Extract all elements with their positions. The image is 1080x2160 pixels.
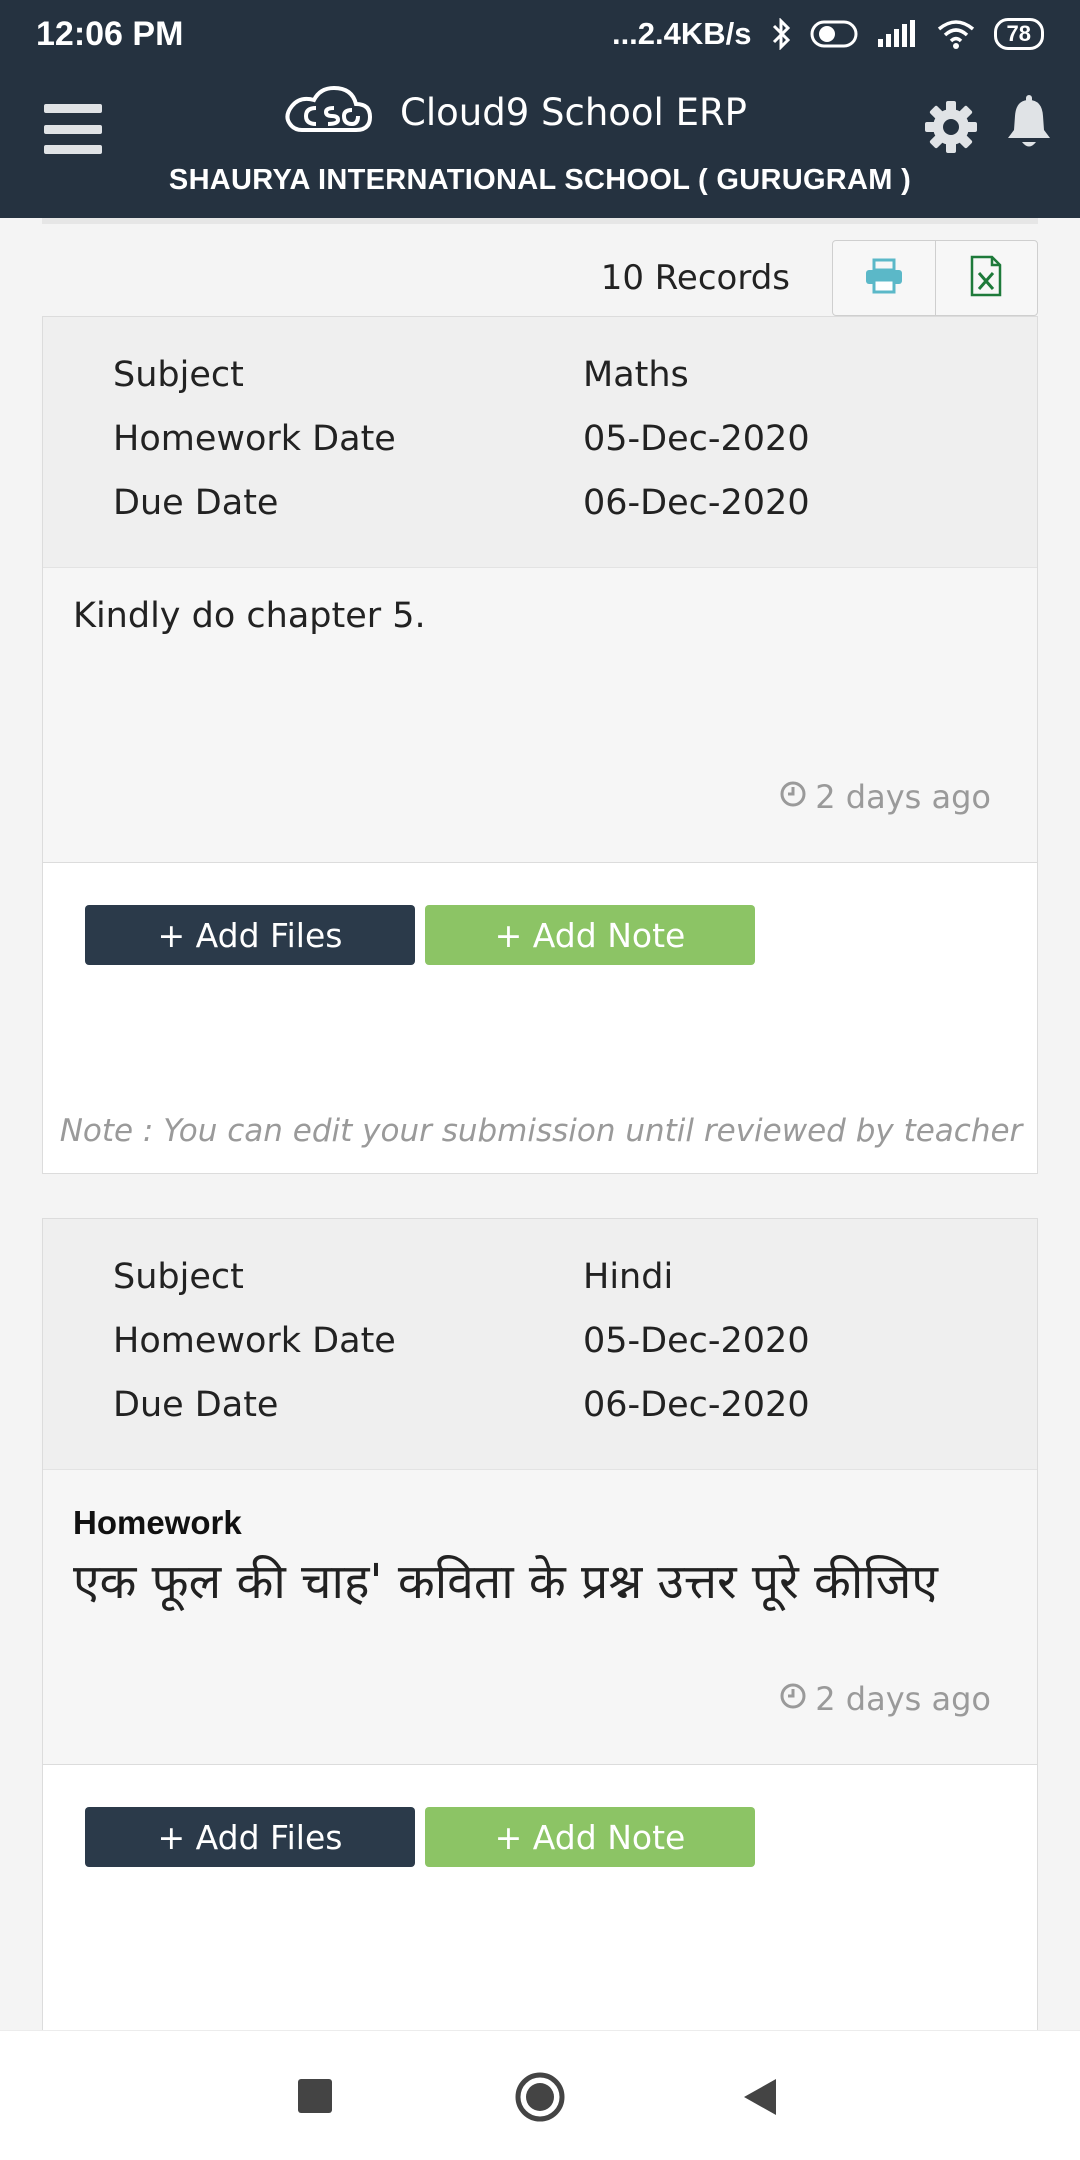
homework-details: Subject Maths Homework Date 05-Dec-2020 … [43,317,1037,567]
subject-value: Maths [583,355,689,395]
time-ago: 2 days ago [815,1680,991,1718]
submission-actions: + Add Files + Add Note Note : You can ed… [43,863,1037,1173]
homework-date-row: Homework Date 05-Dec-2020 [113,407,1037,471]
recents-button[interactable] [298,2079,332,2117]
homework-details: Subject Hindi Homework Date 05-Dec-2020 … [43,1219,1037,1469]
back-button[interactable] [742,2077,778,2121]
signal-icon [876,19,918,49]
subject-label: Subject [113,1257,244,1297]
clock-icon [779,1680,807,1718]
timestamp: 2 days ago [779,1680,991,1718]
export-button-group [832,240,1038,316]
print-icon [864,258,904,298]
due-date-label: Due Date [113,483,279,523]
brand: Cloud9 School ERP [280,82,747,142]
homework-heading: Homework [73,1504,242,1541]
gear-icon[interactable] [922,98,980,160]
timestamp: 2 days ago [779,778,991,816]
due-date-label: Due Date [113,1385,279,1425]
menu-icon[interactable] [44,104,102,154]
excel-file-icon [969,255,1003,301]
submission-actions: + Add Files + Add Note [43,1765,1037,2059]
bluetooth-icon [770,18,792,50]
status-time: 12:06 PM [36,14,184,53]
homework-card: Subject Hindi Homework Date 05-Dec-2020 … [42,1218,1038,2059]
homework-date-label: Homework Date [113,419,396,459]
edit-note: Note : You can edit your submission unti… [59,1113,1023,1149]
subject-row: Subject Hindi [113,1245,1037,1309]
homework-description: Kindly do chapter 5. 2 days ago [43,567,1037,863]
bell-icon[interactable] [1004,94,1054,156]
app-header: Cloud9 School ERP SHAURYA INTERNATIONAL [0,68,1080,218]
add-files-button[interactable]: + Add Files [85,1807,415,1867]
homework-date-value: 05-Dec-2020 [583,1321,810,1361]
homework-date-row: Homework Date 05-Dec-2020 [113,1309,1037,1373]
list-top-divider [42,218,1038,224]
homework-card: Subject Maths Homework Date 05-Dec-2020 … [42,316,1038,1174]
due-date-value: 06-Dec-2020 [583,1385,810,1425]
records-count: 10 Records [600,258,790,298]
wifi-icon [936,19,976,49]
homework-date-label: Homework Date [113,1321,396,1361]
home-button[interactable] [514,2071,566,2127]
battery-icon: 78 [993,18,1044,50]
due-date-row: Due Date 06-Dec-2020 [113,471,1037,535]
due-date-row: Due Date 06-Dec-2020 [113,1373,1037,1437]
system-nav-bar [0,2030,1080,2160]
add-files-button[interactable]: + Add Files [85,905,415,965]
add-note-button[interactable]: + Add Note [425,1807,755,1867]
cloud-logo-icon [280,82,374,142]
status-indicators: ...2.4KB/s 78 [612,16,1044,52]
time-ago: 2 days ago [815,778,991,816]
app-title: Cloud9 School ERP [400,90,747,134]
status-bar: 12:06 PM ...2.4KB/s 78 [0,0,1080,68]
school-name: SHAURYA INTERNATIONAL SCHOOL ( GURUGRAM … [168,164,912,196]
network-speed: ...2.4KB/s [611,16,752,51]
records-toolbar: 10 Records [0,240,1080,316]
subject-label: Subject [113,355,244,395]
excel-export-button[interactable] [934,241,1038,315]
add-note-button[interactable]: + Add Note [425,905,755,965]
subject-row: Subject Maths [113,343,1037,407]
homework-text: एक फूल की चाह' कविता के प्रश्न उत्तर पूर… [73,1554,938,1610]
homework-description: Homework एक फूल की चाह' कविता के प्रश्न … [43,1469,1037,1765]
toggle-icon [810,19,858,49]
print-button[interactable] [833,241,935,315]
due-date-value: 06-Dec-2020 [583,483,810,523]
homework-text: Kindly do chapter 5. [73,596,426,636]
homework-date-value: 05-Dec-2020 [583,419,810,459]
subject-value: Hindi [583,1257,674,1297]
clock-icon [779,778,807,816]
